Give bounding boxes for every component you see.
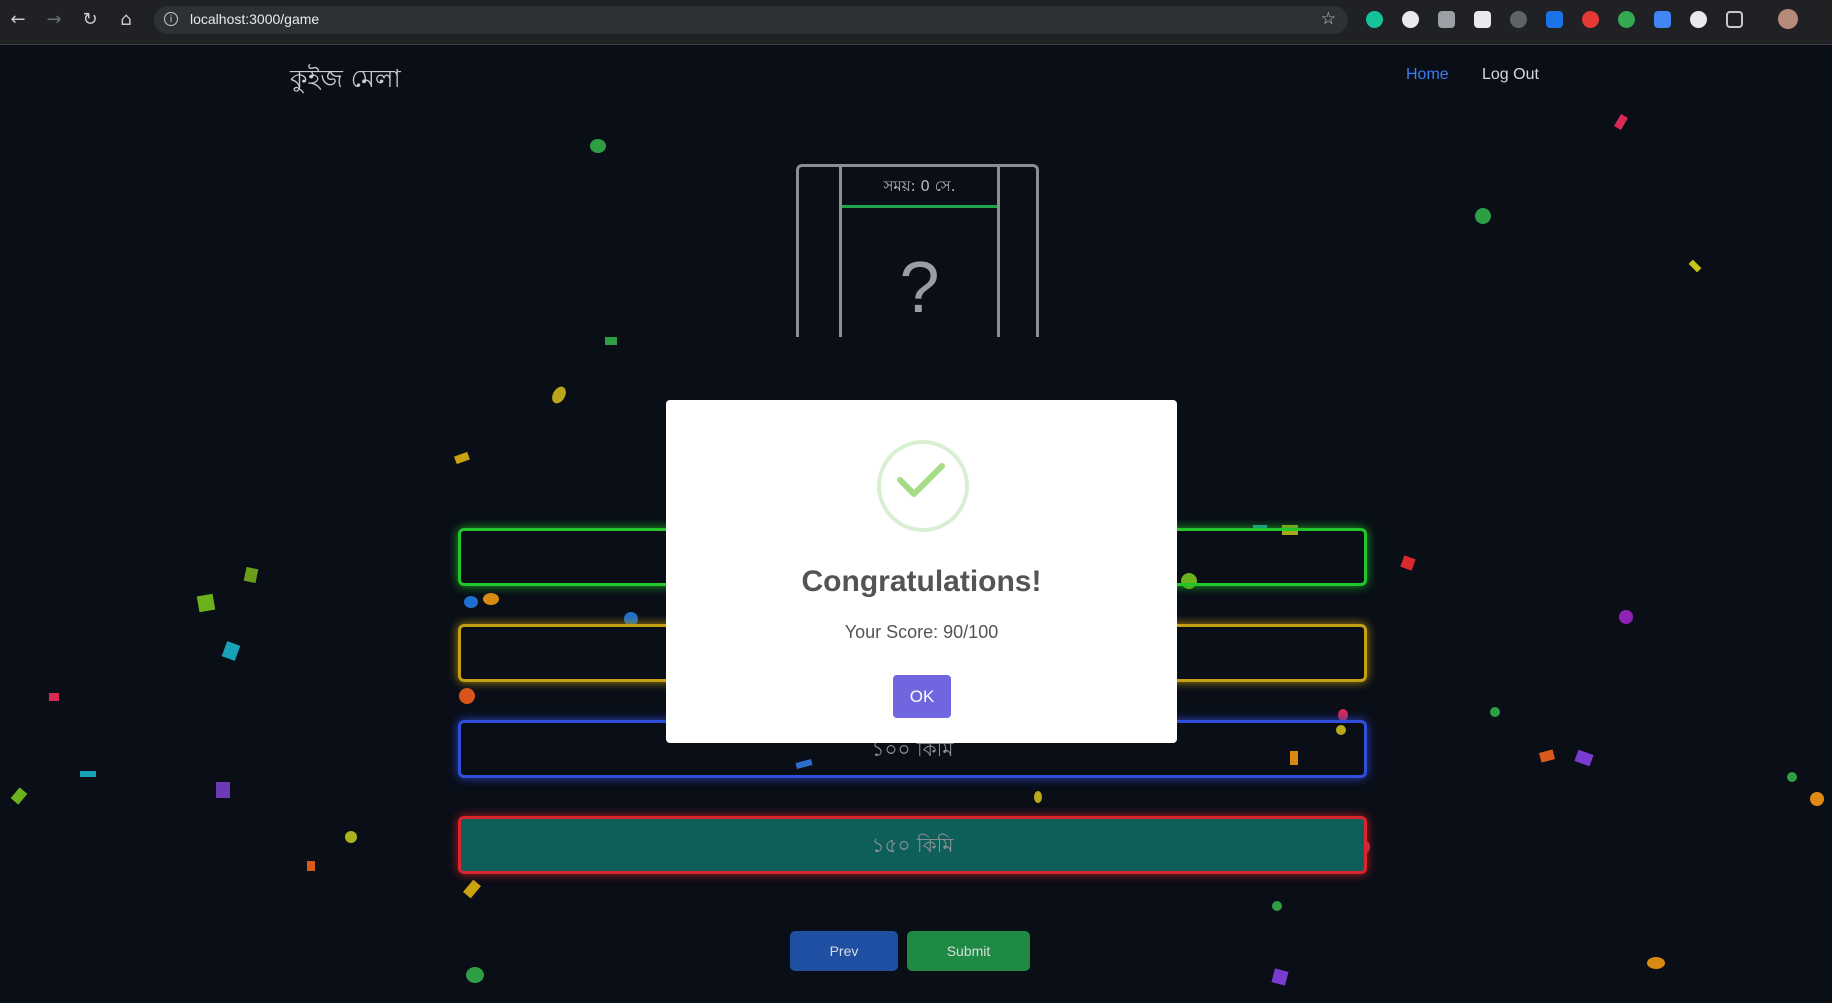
- confetti-piece: [1810, 792, 1824, 806]
- confetti-piece: [1400, 555, 1416, 571]
- timer-label: সময়: 0 সে.: [883, 177, 956, 195]
- confetti-piece: [1272, 901, 1282, 911]
- nav-logout-link[interactable]: Log Out: [1482, 66, 1539, 84]
- question-card: সময়: 0 সে. ?: [796, 164, 1039, 337]
- extension-icon[interactable]: [1402, 11, 1419, 28]
- triangle-extension-icon[interactable]: [1690, 11, 1707, 28]
- confetti-piece: [10, 787, 28, 805]
- checkmark-icon: [897, 463, 945, 497]
- confetti-piece: [605, 337, 617, 345]
- confetti-piece: [483, 593, 499, 605]
- back-icon[interactable]: ←: [6, 8, 30, 32]
- confetti-piece: [459, 688, 475, 704]
- ok-button[interactable]: OK: [893, 675, 951, 718]
- confetti-piece: [463, 879, 481, 899]
- confetti-piece: [80, 771, 96, 777]
- confetti-piece: [1614, 113, 1628, 131]
- confetti-piece: [590, 139, 606, 153]
- confetti-piece: [307, 861, 315, 871]
- confetti-piece: [221, 641, 241, 661]
- camera-extension-icon[interactable]: [1438, 11, 1455, 28]
- confetti-piece: [243, 566, 259, 584]
- red-extension-icon[interactable]: [1582, 11, 1599, 28]
- answer-option-4[interactable]: ১৫০ কিমি: [458, 816, 1367, 874]
- confetti-piece: [1647, 957, 1665, 969]
- forward-icon[interactable]: →: [42, 8, 66, 32]
- grammarly-extension-icon[interactable]: [1366, 11, 1383, 28]
- confetti-piece: [466, 967, 484, 983]
- site-info-icon[interactable]: i: [164, 12, 178, 26]
- browser-toolbar: ← → ↻ ⌂ i localhost:3000/game ☆: [0, 0, 1832, 45]
- confetti-piece: [345, 831, 357, 843]
- confetti-piece: [454, 451, 470, 465]
- address-bar[interactable]: i localhost:3000/game ☆: [154, 6, 1348, 34]
- prev-button[interactable]: Prev: [790, 931, 898, 971]
- confetti-piece: [549, 384, 569, 406]
- confetti-piece: [1688, 259, 1702, 273]
- game-page: কুইজ মেলা Home Log Out সময়: 0 সে. ? ১০০…: [0, 45, 1832, 1003]
- green-extension-icon[interactable]: [1618, 11, 1635, 28]
- confetti-piece: [464, 596, 478, 608]
- nav-home-link[interactable]: Home: [1406, 66, 1449, 84]
- reload-icon[interactable]: ↻: [78, 8, 102, 32]
- bug-extension-icon[interactable]: [1510, 11, 1527, 28]
- confetti-piece: [1619, 610, 1633, 624]
- confetti-piece: [1490, 707, 1500, 717]
- confetti-piece: [216, 782, 230, 798]
- timer-progress-bar: [842, 205, 997, 208]
- confetti-piece: [1475, 208, 1491, 224]
- confetti-piece: [196, 593, 216, 613]
- bookmark-star-icon[interactable]: ☆: [1321, 9, 1336, 29]
- brand-logo-text[interactable]: কুইজ মেলা: [290, 59, 401, 102]
- profile-avatar[interactable]: [1778, 9, 1798, 29]
- submit-button[interactable]: Submit: [907, 931, 1030, 971]
- confetti-piece: [1538, 749, 1556, 763]
- flag-extension-icon[interactable]: [1546, 11, 1563, 28]
- home-icon[interactable]: ⌂: [114, 8, 138, 32]
- question-card-inner: সময়: 0 সে. ?: [839, 167, 1000, 337]
- score-dialog: Congratulations! Your Score: 90/100 OK: [666, 400, 1177, 743]
- puzzle-extensions-icon[interactable]: [1726, 11, 1743, 28]
- dialog-score-text: Your Score: 90/100: [844, 622, 999, 642]
- dialog-title: Congratulations!: [801, 565, 1042, 598]
- url-text[interactable]: localhost:3000/game: [190, 11, 319, 27]
- translate-extension-icon[interactable]: [1654, 11, 1671, 28]
- confetti-piece: [1787, 772, 1797, 782]
- card-question-mark: ?: [899, 248, 940, 328]
- confetti-piece: [1271, 968, 1289, 986]
- confetti-piece: [1034, 791, 1042, 803]
- confetti-piece: [49, 693, 59, 701]
- window-extension-icon[interactable]: [1474, 11, 1491, 28]
- confetti-piece: [1574, 749, 1594, 767]
